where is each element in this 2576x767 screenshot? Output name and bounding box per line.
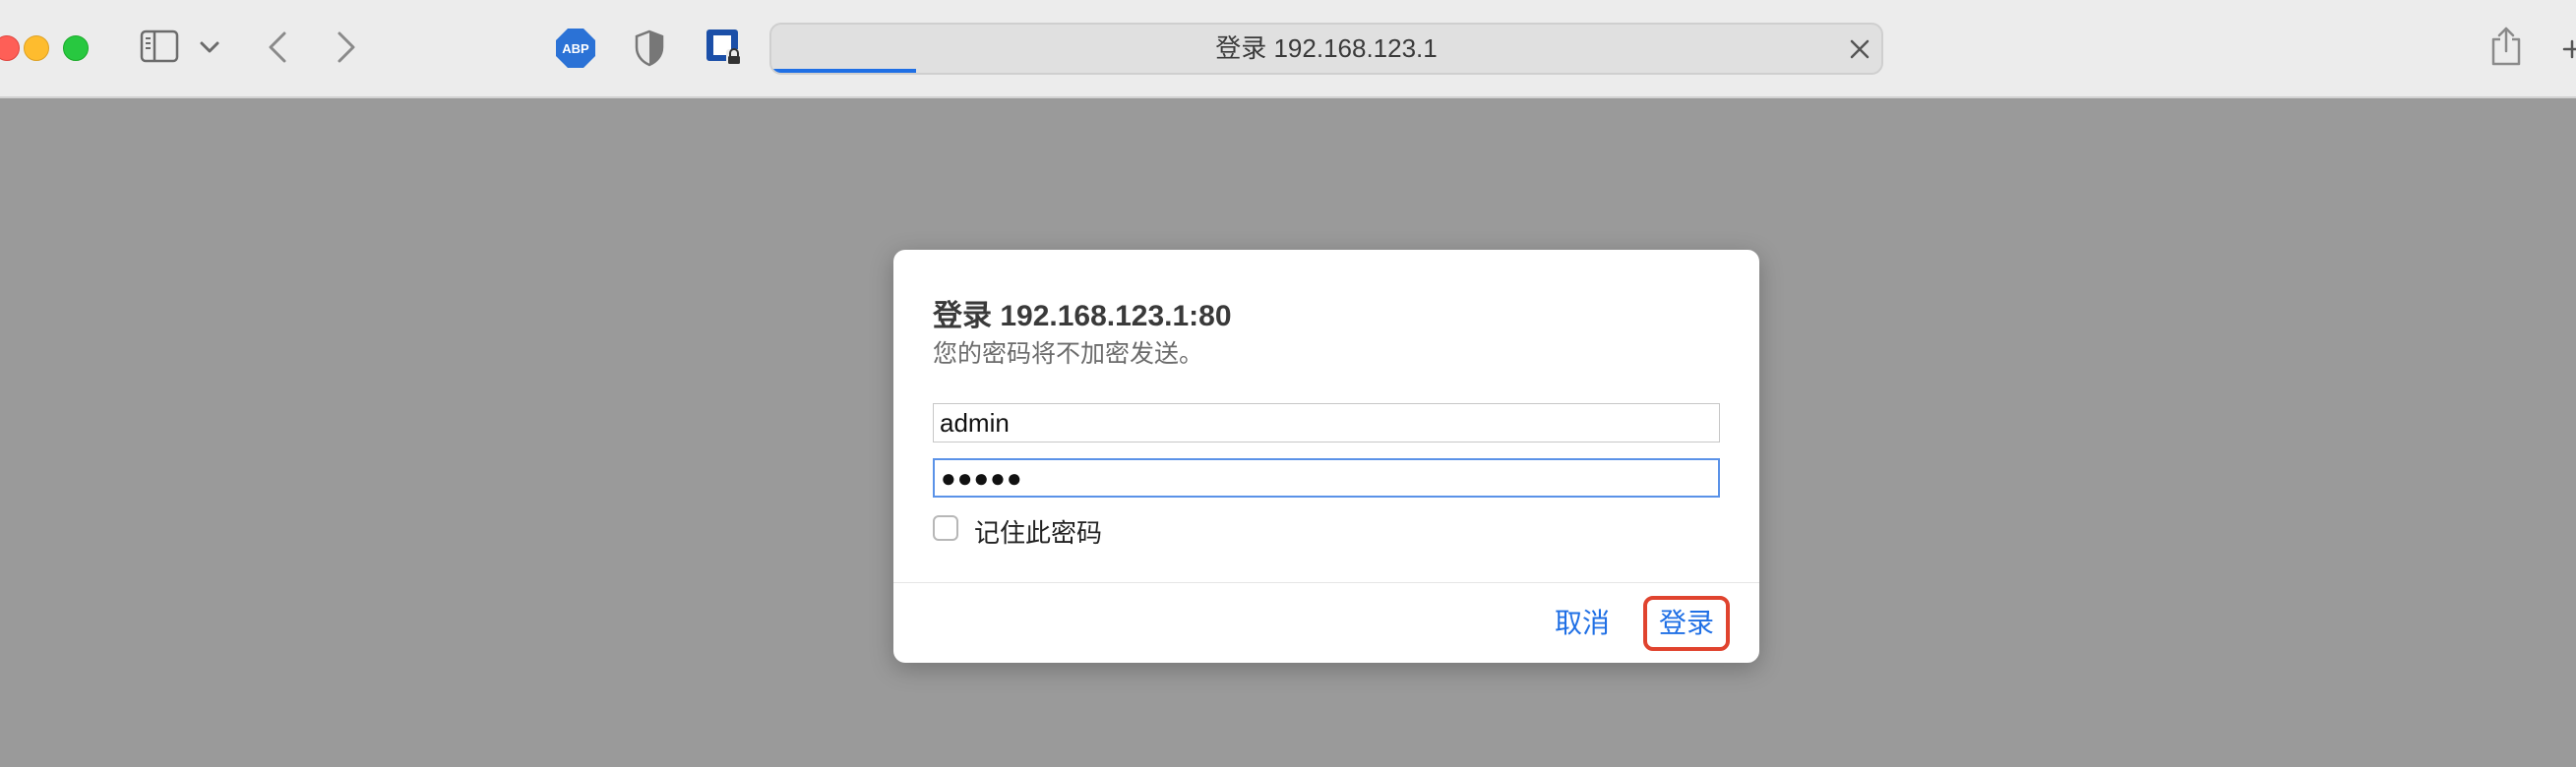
back-arrow-icon[interactable]: [266, 30, 289, 65]
remember-password-checkbox[interactable]: [933, 515, 958, 541]
page-load-progress-bar: [771, 69, 916, 73]
address-bar[interactable]: 登录 192.168.123.1: [769, 23, 1883, 75]
stop-loading-icon[interactable]: [1848, 37, 1871, 61]
username-field[interactable]: [933, 403, 1720, 442]
remember-password-label[interactable]: 记住此密码: [974, 513, 1102, 550]
forward-arrow-icon[interactable]: [335, 30, 358, 65]
privacy-shield-icon[interactable]: [634, 30, 665, 67]
http-auth-dialog: 登录 192.168.123.1:80 您的密码将不加密发送。 记住此密码 取消…: [893, 250, 1759, 663]
svg-text:ABP: ABP: [562, 41, 589, 56]
password-manager-icon[interactable]: [705, 28, 744, 67]
dialog-subtitle: 您的密码将不加密发送。: [933, 340, 1204, 368]
address-text[interactable]: 登录 192.168.123.1: [771, 25, 1881, 73]
share-icon[interactable]: [2489, 26, 2523, 67]
chevron-down-icon[interactable]: [199, 39, 220, 55]
login-button[interactable]: 登录: [1643, 596, 1730, 651]
browser-toolbar: ABP 登录 192.168.123.1: [0, 0, 2576, 98]
cancel-button[interactable]: 取消: [1537, 596, 1627, 651]
dialog-title: 登录 192.168.123.1:80: [933, 300, 1232, 332]
close-window-icon[interactable]: [0, 35, 20, 61]
sidebar-icon[interactable]: [140, 30, 179, 63]
adblock-plus-icon[interactable]: ABP: [555, 28, 596, 69]
new-tab-icon[interactable]: [2562, 39, 2576, 59]
dialog-divider: [893, 582, 1759, 583]
password-field[interactable]: [933, 458, 1720, 498]
zoom-window-icon[interactable]: [63, 35, 89, 61]
minimize-window-icon[interactable]: [24, 35, 49, 61]
